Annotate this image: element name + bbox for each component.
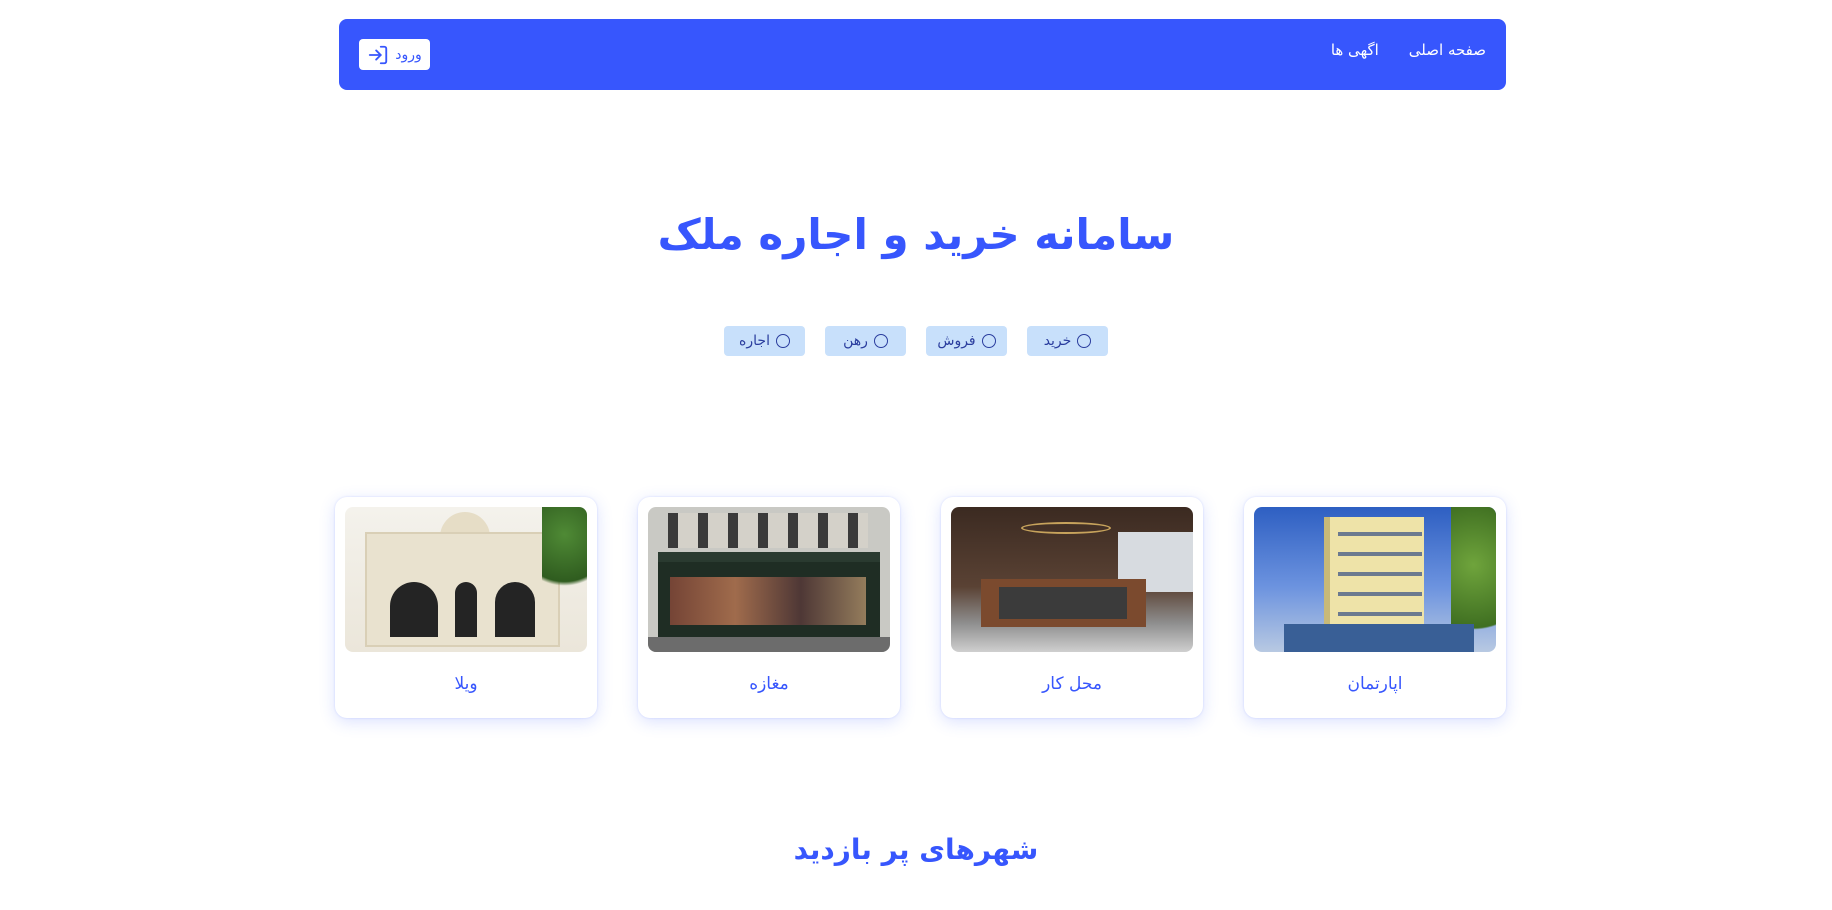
- filter-label: خرید: [1043, 333, 1072, 349]
- filter-chips: خرید فروش رهن اجاره: [0, 326, 1832, 356]
- category-cards: اپارتمان محل کار مغازه ویلا: [335, 497, 1506, 718]
- hero-title: سامانه خرید و اجاره ملک: [657, 210, 1175, 259]
- villa-image: [345, 507, 587, 652]
- apartment-image: [1254, 507, 1496, 652]
- gate-center-shape: [455, 582, 477, 637]
- popular-cities-title: شهرهای پر بازدید: [793, 833, 1039, 866]
- gate-left-shape: [390, 582, 438, 637]
- category-label: اپارتمان: [1347, 674, 1403, 694]
- ground-floor-shape: [1284, 624, 1474, 652]
- category-label: ویلا: [454, 674, 478, 694]
- radio-icon[interactable]: [981, 334, 996, 348]
- palm-shape: [542, 507, 587, 617]
- category-card-office[interactable]: محل کار: [941, 497, 1203, 718]
- filter-mortgage[interactable]: رهن: [825, 326, 906, 356]
- radio-icon[interactable]: [873, 334, 888, 348]
- radio-icon[interactable]: [1077, 334, 1092, 348]
- nav-link-home[interactable]: صفحه اصلی: [1409, 41, 1486, 59]
- category-card-apartment[interactable]: اپارتمان: [1244, 497, 1506, 718]
- shop-image: [648, 507, 890, 652]
- filter-sell[interactable]: فروش: [926, 326, 1007, 356]
- nav-link-ads[interactable]: اگهی ها: [1331, 41, 1379, 59]
- filter-buy[interactable]: خرید: [1027, 326, 1108, 356]
- office-image: [951, 507, 1193, 652]
- top-navbar: صفحه اصلی اگهی ها ورود: [339, 19, 1506, 90]
- filter-rent[interactable]: اجاره: [724, 326, 805, 356]
- gate-right-shape: [495, 582, 535, 637]
- street-shape: [648, 637, 890, 652]
- category-label: محل کار: [1042, 674, 1102, 694]
- filter-label: فروش: [937, 333, 976, 349]
- login-label: ورود: [395, 46, 422, 63]
- nav-links: صفحه اصلی اگهی ها: [1331, 41, 1486, 59]
- login-button[interactable]: ورود: [359, 39, 430, 70]
- category-label: مغازه: [749, 674, 789, 694]
- desk-panel-shape: [999, 587, 1127, 619]
- category-card-shop[interactable]: مغازه: [638, 497, 900, 718]
- filter-label: اجاره: [739, 333, 770, 349]
- category-card-villa[interactable]: ویلا: [335, 497, 597, 718]
- radio-icon[interactable]: [775, 334, 790, 348]
- lamp-shape: [1021, 522, 1111, 534]
- filter-label: رهن: [843, 333, 868, 349]
- upper-windows-shape: [668, 513, 868, 548]
- login-arrow-icon: [369, 45, 388, 64]
- shop-window-shape: [670, 577, 866, 625]
